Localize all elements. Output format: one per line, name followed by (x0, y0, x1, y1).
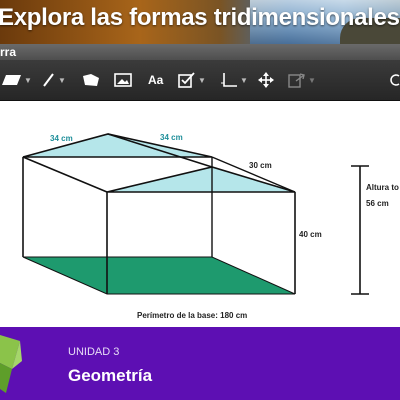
export-icon (288, 73, 305, 88)
parallelogram-icon (2, 75, 21, 85)
unit-number: UNIDAD 3 (68, 346, 120, 358)
move-tool-button[interactable] (258, 68, 274, 92)
image-tool-button[interactable] (114, 68, 132, 92)
shape-tool-button[interactable] (82, 68, 100, 92)
height-label: 40 cm (299, 230, 322, 239)
move-arrows-icon (258, 72, 274, 88)
app-subbar: rra (0, 44, 400, 60)
drawing-canvas[interactable]: 34 cm 34 cm 30 cm 40 cm Altura to 56 cm … (0, 101, 400, 327)
chevron-down-icon[interactable]: ▼ (198, 76, 206, 85)
roof-edge-left (22, 156, 108, 193)
subbar-label: rra (0, 45, 17, 59)
undo-icon (390, 74, 400, 86)
chevron-down-icon[interactable]: ▼ (240, 76, 248, 85)
text-tool-label: Aa (148, 73, 164, 87)
drawing-toolbar: ▼ ▼ Aa ▼ ▼ ▼ (0, 60, 400, 101)
export-tool-button[interactable]: ▼ (288, 68, 316, 92)
edge-label-top-left: 34 cm (50, 134, 73, 143)
prism-base-face (22, 256, 296, 295)
chevron-down-icon[interactable]: ▼ (58, 76, 66, 85)
line-tool-button[interactable]: ▼ (42, 68, 66, 92)
checkbox-icon (178, 72, 195, 88)
unit-logo-icon (0, 335, 22, 393)
chevron-down-icon[interactable]: ▼ (24, 76, 32, 85)
axis-icon (221, 73, 237, 87)
line-icon (43, 73, 54, 87)
depth-label: 30 cm (249, 161, 272, 170)
unit-subject: Geometría (68, 366, 153, 385)
undo-tool-button[interactable] (390, 68, 400, 92)
total-height-value: 56 cm (366, 199, 389, 208)
text-tool-button[interactable]: Aa (148, 68, 163, 92)
header-banner: Explora las formas tridimensionales (0, 0, 400, 44)
image-icon (114, 73, 132, 87)
checkbox-tool-button[interactable]: ▼ (178, 68, 206, 92)
polygon-tool-button[interactable]: ▼ (2, 68, 32, 92)
edge-label-top-right: 34 cm (160, 133, 183, 142)
freeform-shape-icon (83, 74, 99, 86)
unit-footer: UNIDAD 3 Geometría (0, 327, 400, 400)
chevron-down-icon[interactable]: ▼ (308, 76, 316, 85)
axis-tool-button[interactable]: ▼ (220, 68, 248, 92)
page-title: Explora las formas tridimensionales (0, 4, 400, 31)
total-height-label: Altura to (366, 183, 399, 192)
perimeter-label: Perímetro de la base: 180 cm (137, 311, 248, 320)
